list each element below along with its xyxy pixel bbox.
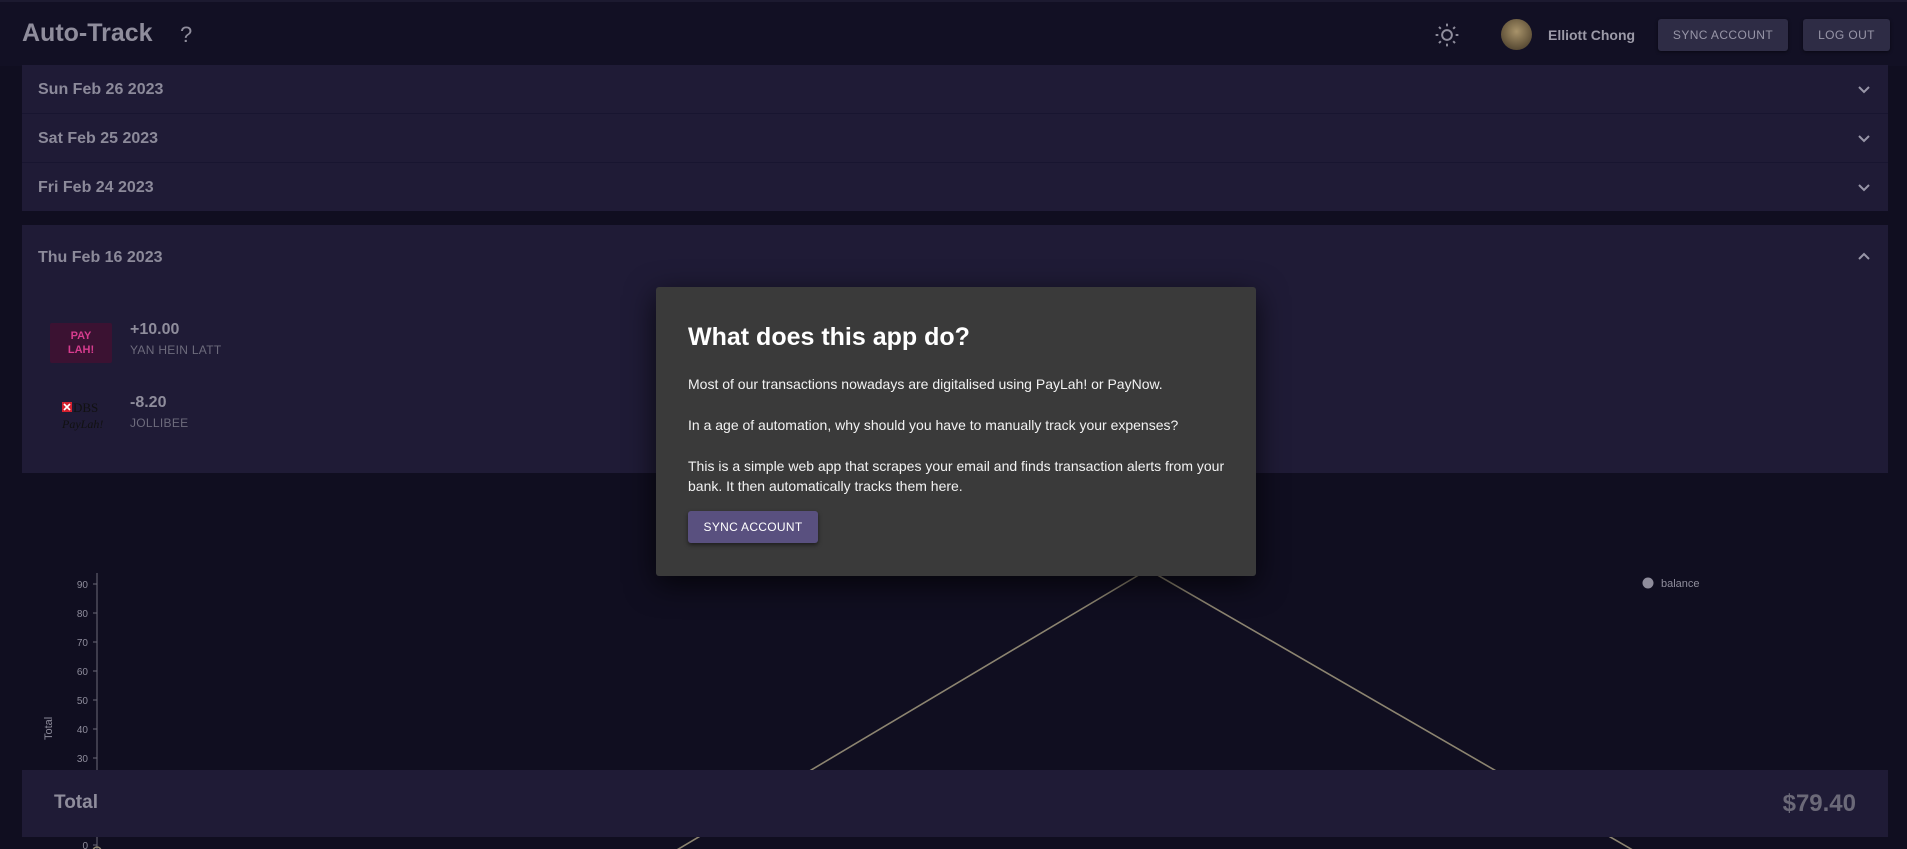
y-tick-label: 80 (77, 609, 89, 620)
y-axis-label: Total (43, 717, 55, 740)
day-date: Thu Feb 16 2023 (38, 249, 163, 266)
chevron-down-icon (1858, 184, 1870, 192)
user-name: Elliott Chong (1548, 27, 1636, 43)
chevron-down-icon (1858, 86, 1870, 94)
svg-text:DBS: DBS (73, 400, 98, 415)
sun-icon[interactable] (1434, 22, 1460, 48)
day-accordion-row[interactable]: Fri Feb 24 2023 (22, 163, 1888, 211)
sync-account-button[interactable]: SYNC ACCOUNT (1658, 19, 1788, 51)
transaction-amount: -8.20 (130, 394, 167, 411)
day-accordion-group: Sun Feb 26 2023 Sat Feb 25 2023 Fri Feb … (22, 65, 1888, 211)
avatar[interactable] (1501, 19, 1532, 50)
sync-account-button[interactable]: SYNC ACCOUNT (688, 511, 818, 543)
dialog-paragraph: This is a simple web app that scrapes yo… (688, 458, 1225, 494)
total-value: $79.40 (1782, 790, 1856, 817)
transaction-item[interactable]: PAY LAH! +10.00 YAN HEIN LATT (50, 319, 450, 369)
day-date: Fri Feb 24 2023 (38, 179, 154, 196)
y-tick-label: 90 (77, 580, 89, 591)
info-dialog: What does this app do? Most of our trans… (656, 287, 1256, 576)
y-tick-label: 0 (82, 841, 88, 849)
day-date: Sun Feb 26 2023 (38, 81, 164, 98)
day-accordion-row[interactable]: Sun Feb 26 2023 (22, 65, 1888, 114)
svg-text:PayLah!: PayLah! (61, 417, 103, 431)
y-tick-label: 50 (77, 696, 89, 707)
transaction-party: YAN HEIN LATT (130, 343, 222, 357)
dialog-paragraph: In a age of automation, why should you h… (688, 417, 1179, 433)
y-tick-label: 70 (77, 638, 89, 649)
total-label: Total (54, 792, 98, 813)
chevron-up-icon (1858, 252, 1870, 260)
legend-label: balance (1661, 578, 1700, 590)
day-accordion-row[interactable]: Sat Feb 25 2023 (22, 114, 1888, 163)
help-icon[interactable]: ? (180, 22, 192, 48)
y-tick-label: 60 (77, 667, 89, 678)
transaction-item[interactable]: DBS PayLah! -8.20 JOLLIBEE (50, 392, 450, 442)
chevron-down-icon (1858, 135, 1870, 143)
transaction-amount: +10.00 (130, 321, 180, 338)
dialog-title: What does this app do? (688, 323, 970, 351)
app-title: Auto-Track (22, 19, 153, 47)
top-app-bar: Auto-Track ? Elliott Chong SYNC ACCOUNT … (0, 0, 1907, 66)
log-out-button[interactable]: LOG OUT (1803, 19, 1890, 51)
dialog-paragraph: Most of our transactions nowadays are di… (688, 376, 1163, 392)
y-tick-label: 40 (77, 725, 89, 736)
legend-dot (1642, 577, 1654, 589)
y-tick-label: 30 (77, 754, 89, 765)
total-bar: Total $79.40 (22, 770, 1888, 837)
transaction-party: JOLLIBEE (130, 416, 189, 430)
day-accordion-header[interactable]: Thu Feb 16 2023 (22, 225, 1888, 289)
day-date: Sat Feb 25 2023 (38, 130, 159, 147)
dbs-paylah-logo: DBS PayLah! (61, 400, 103, 431)
paylah-logo: PAY LAH! (50, 323, 112, 363)
